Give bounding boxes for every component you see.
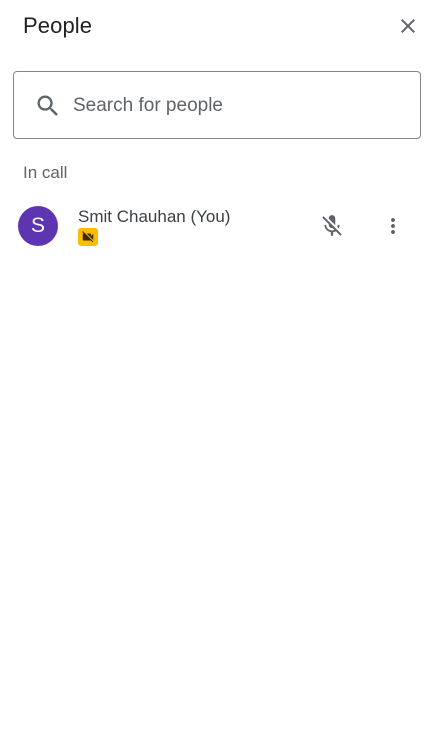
camera-off-icon — [82, 231, 94, 243]
close-icon — [401, 19, 415, 33]
panel-header: People — [0, 0, 439, 54]
participant-name: Smit Chauhan (You) — [78, 207, 231, 226]
avatar: S — [18, 206, 58, 246]
panel-title: People — [23, 13, 93, 38]
search-input[interactable] — [73, 90, 403, 122]
more-options-button[interactable] — [373, 206, 413, 246]
search-icon — [37, 95, 58, 116]
more-vert-icon — [391, 218, 395, 234]
people-panel: People In call S Smit Chauhan (You) — [0, 0, 439, 741]
avatar-initial: S — [30, 214, 45, 237]
participant-row[interactable]: S Smit Chauhan (You) — [0, 196, 439, 256]
close-button[interactable] — [390, 8, 426, 44]
mic-off-icon — [322, 215, 342, 236]
search-box[interactable] — [13, 71, 421, 139]
section-label-in-call: In call — [23, 163, 68, 182]
camera-off-badge — [78, 228, 98, 246]
mic-muted-button[interactable] — [312, 206, 352, 246]
